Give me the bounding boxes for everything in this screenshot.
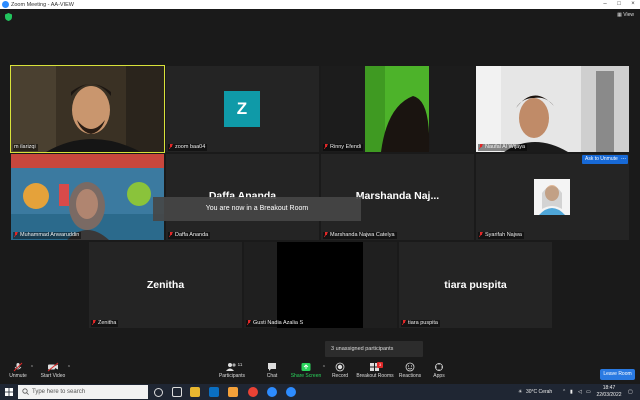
zoom-logo-icon xyxy=(2,1,9,8)
record-button[interactable]: Record xyxy=(330,362,350,379)
notifications-icon[interactable]: ▢ xyxy=(628,384,633,400)
muted-mic-icon xyxy=(402,320,406,325)
audio-options-chevron-icon[interactable]: ⌃ xyxy=(29,365,35,371)
task-view-icon[interactable] xyxy=(172,387,182,397)
breakout-room-notice: You are now in a Breakout Room xyxy=(153,197,361,221)
participant-tile-zenitha[interactable]: Zenitha Zenitha xyxy=(89,242,242,328)
participant-tile-syarifah-najwa[interactable]: Syarifah Najwa xyxy=(476,154,629,240)
leave-room-button[interactable]: Leave Room xyxy=(600,369,635,380)
muted-mic-icon xyxy=(92,320,96,325)
unassigned-participants-notice[interactable]: 3 unassigned participants xyxy=(325,341,423,357)
maximize-icon[interactable]: □ xyxy=(612,0,626,9)
keyboard-icon[interactable]: ▭ xyxy=(586,384,591,400)
record-icon xyxy=(335,362,345,372)
muted-mic-icon xyxy=(479,144,483,149)
participant-name-tag: Zenitha xyxy=(91,320,119,327)
muted-mic-icon xyxy=(169,232,173,237)
network-icon[interactable]: ▮ xyxy=(570,384,573,400)
participant-name-tag: Marshanda Najwa Catelya xyxy=(323,232,397,239)
muted-mic-icon xyxy=(13,362,23,372)
view-button[interactable]: ▦ View xyxy=(617,12,634,18)
file-explorer-icon[interactable] xyxy=(190,387,200,397)
taskbar-clock[interactable]: 18:47 22/03/2022 xyxy=(596,385,622,399)
muted-mic-icon xyxy=(324,232,328,237)
participant-tile-naufal[interactable]: Naufal Al Wijaya xyxy=(476,66,629,152)
zoom-meeting-taskbar-icon[interactable] xyxy=(286,387,296,397)
participant-name-tag: Muhammad Anwaruddin xyxy=(13,232,82,239)
chrome-icon[interactable] xyxy=(248,387,258,397)
participant-name-tag: Gusti Nadia Azalia S xyxy=(246,320,306,327)
share-options-chevron-icon[interactable]: ⌃ xyxy=(321,365,327,371)
muted-mic-icon xyxy=(169,144,173,149)
participant-tile-rinny-efendi[interactable]: Rinny Efendi xyxy=(321,66,474,152)
muted-mic-icon xyxy=(14,232,18,237)
search-icon xyxy=(22,388,29,395)
participant-video xyxy=(11,154,164,240)
start-video-button[interactable]: Start Video xyxy=(40,362,66,379)
ask-to-unmute-button[interactable]: Ask to Unmute xyxy=(582,155,621,164)
window-titlebar: Zoom Meeting - AA-VIEW – □ × xyxy=(0,0,640,9)
unmute-button[interactable]: Unmute xyxy=(7,362,29,379)
participant-display-name: Zenitha xyxy=(146,279,185,291)
participant-video xyxy=(277,242,363,328)
reactions-icon xyxy=(405,362,415,372)
participant-tile-muhammad-anwaruddin[interactable]: Muhammad Anwaruddin xyxy=(11,154,164,240)
volume-icon[interactable]: ◁ xyxy=(578,384,582,400)
store-icon[interactable] xyxy=(209,387,219,397)
participant-video xyxy=(365,66,430,152)
minimize-icon[interactable]: – xyxy=(598,0,612,9)
tray-overflow-icon[interactable]: ⌃ xyxy=(562,384,566,400)
muted-mic-icon xyxy=(247,320,251,325)
avatar: Z xyxy=(224,91,260,127)
participant-tile-zoom-baa04[interactable]: Z zoom baa04 xyxy=(166,66,319,152)
participant-name-tag: m ilarizqi xyxy=(13,144,38,151)
participants-count: 11 xyxy=(237,362,243,367)
more-options-button[interactable]: ... xyxy=(619,155,628,164)
participant-tile-gusti-nadia[interactable]: Gusti Nadia Azalia S xyxy=(244,242,397,328)
apps-button[interactable]: Apps xyxy=(430,362,448,379)
chat-icon xyxy=(268,363,276,371)
zoom-taskbar-icon[interactable] xyxy=(267,387,277,397)
video-off-icon xyxy=(47,362,59,372)
taskbar-search-box[interactable]: Type here to search xyxy=(18,385,148,399)
participant-display-name: tiara puspita xyxy=(444,279,507,291)
participant-name-tag: Syarifah Najwa xyxy=(478,232,524,239)
chat-button[interactable]: Chat xyxy=(262,362,282,379)
weather-status[interactable]: 30°C Cerah xyxy=(526,384,552,400)
apps-icon xyxy=(435,363,443,371)
share-screen-icon xyxy=(301,363,311,371)
video-options-chevron-icon[interactable]: ⌃ xyxy=(66,365,72,371)
share-screen-button[interactable]: Share Screen xyxy=(290,362,322,379)
participant-profile-photo xyxy=(534,179,570,215)
participant-name-tag: tiara puspita xyxy=(401,320,440,327)
participant-name-tag: Daffa Ananda xyxy=(168,232,211,239)
participant-name-tag: Naufal Al Wijaya xyxy=(478,144,528,151)
participant-video xyxy=(11,66,164,152)
security-shield-icon[interactable] xyxy=(5,13,12,21)
windows-start-icon[interactable] xyxy=(5,388,13,396)
participant-name-tag: Rinny Efendi xyxy=(323,144,364,151)
weather-icon: ☀ xyxy=(518,389,523,395)
participant-name-tag: zoom baa04 xyxy=(168,144,208,151)
taskbar-app-icon[interactable] xyxy=(228,387,238,397)
breakout-rooms-button[interactable]: Breakout Rooms xyxy=(356,362,394,379)
muted-mic-icon xyxy=(324,144,328,149)
window-title: Zoom Meeting - AA-VIEW xyxy=(11,1,74,8)
windows-taskbar: Type here to search ☀ 30°C Cerah ⌃ ▮ ◁ ▭… xyxy=(0,384,640,400)
cortana-icon[interactable] xyxy=(154,387,163,397)
close-icon[interactable]: × xyxy=(626,0,640,9)
muted-mic-icon xyxy=(479,232,483,237)
meeting-toolbar: Unmute ⌃ Start Video ⌃ Participants 11 C… xyxy=(0,361,640,384)
participant-tile-m-ilarizqi[interactable]: m ilarizqi xyxy=(10,65,165,153)
breakout-rooms-badge: 3 xyxy=(377,362,383,368)
reactions-button[interactable]: Reactions xyxy=(398,362,422,379)
participant-tile-tiara-puspita[interactable]: tiara puspita tiara puspita xyxy=(399,242,552,328)
participant-video xyxy=(476,66,629,152)
grid-icon: ▦ xyxy=(617,12,622,18)
